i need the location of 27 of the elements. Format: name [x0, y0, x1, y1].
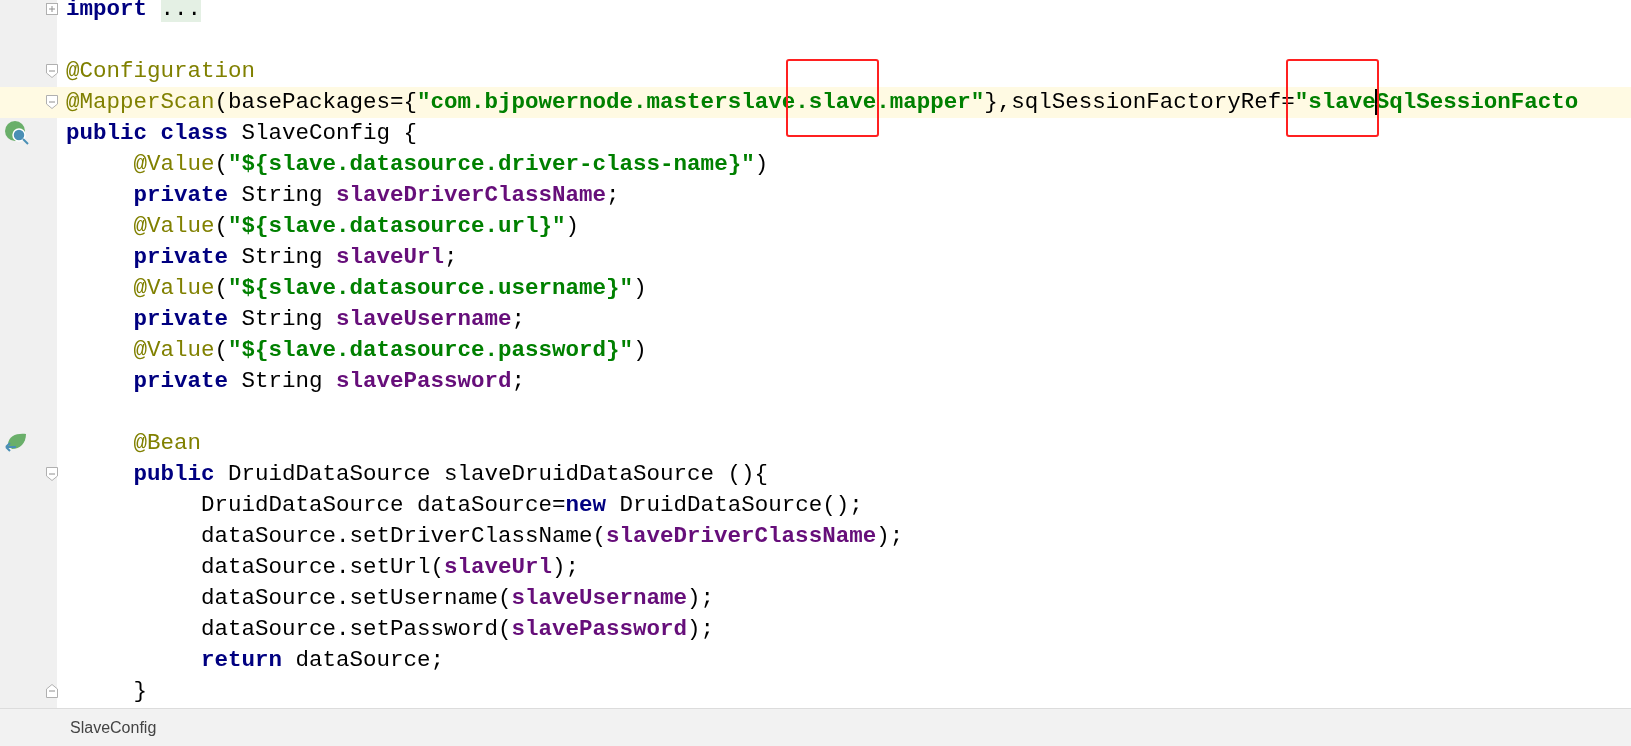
- code-line: }: [132, 677, 147, 706]
- code-line: private String slaveDriverClassName;: [132, 181, 620, 210]
- code-line: @Bean: [132, 429, 202, 458]
- code-line: @Configuration: [66, 57, 256, 86]
- code-line: dataSource.setUrl(slaveUrl);: [200, 553, 580, 582]
- code-line: @Value("${slave.datasource.driver-class-name}"): [132, 150, 769, 179]
- code-line: public class SlaveConfig {: [66, 119, 418, 148]
- code-line: private String slaveUrl;: [132, 243, 458, 272]
- collapse-fold-icon[interactable]: [46, 64, 58, 78]
- code-line: DruidDataSource dataSource=new DruidDataSource();: [200, 491, 863, 520]
- code-line: private String slavePassword;: [132, 367, 526, 396]
- class-badge-icon[interactable]: [4, 120, 30, 146]
- code-line: @Value("${slave.datasource.url}"): [132, 212, 580, 241]
- code-line: private String slaveUsername;: [132, 305, 526, 334]
- expand-fold-icon[interactable]: [46, 3, 58, 15]
- code-line: dataSource.setUsername(slaveUsername);: [200, 584, 715, 613]
- code-line: @Value("${slave.datasource.username}"): [132, 274, 647, 303]
- code-line: public DruidDataSource slaveDruidDataSource (){: [132, 460, 769, 489]
- collapse-fold-icon[interactable]: [46, 95, 58, 109]
- code-line: return dataSource;: [200, 646, 445, 675]
- breadcrumb-item[interactable]: SlaveConfig: [70, 715, 157, 740]
- collapse-fold-icon[interactable]: [46, 684, 58, 698]
- code-line: dataSource.setPassword(slavePassword);: [200, 615, 715, 644]
- code-line: @Value("${slave.datasource.password}"): [132, 336, 647, 365]
- code-editor[interactable]: [0, 0, 1631, 708]
- code-line: dataSource.setDriverClassName(slaveDriverClassName);: [200, 522, 904, 551]
- collapse-fold-icon[interactable]: [46, 467, 58, 481]
